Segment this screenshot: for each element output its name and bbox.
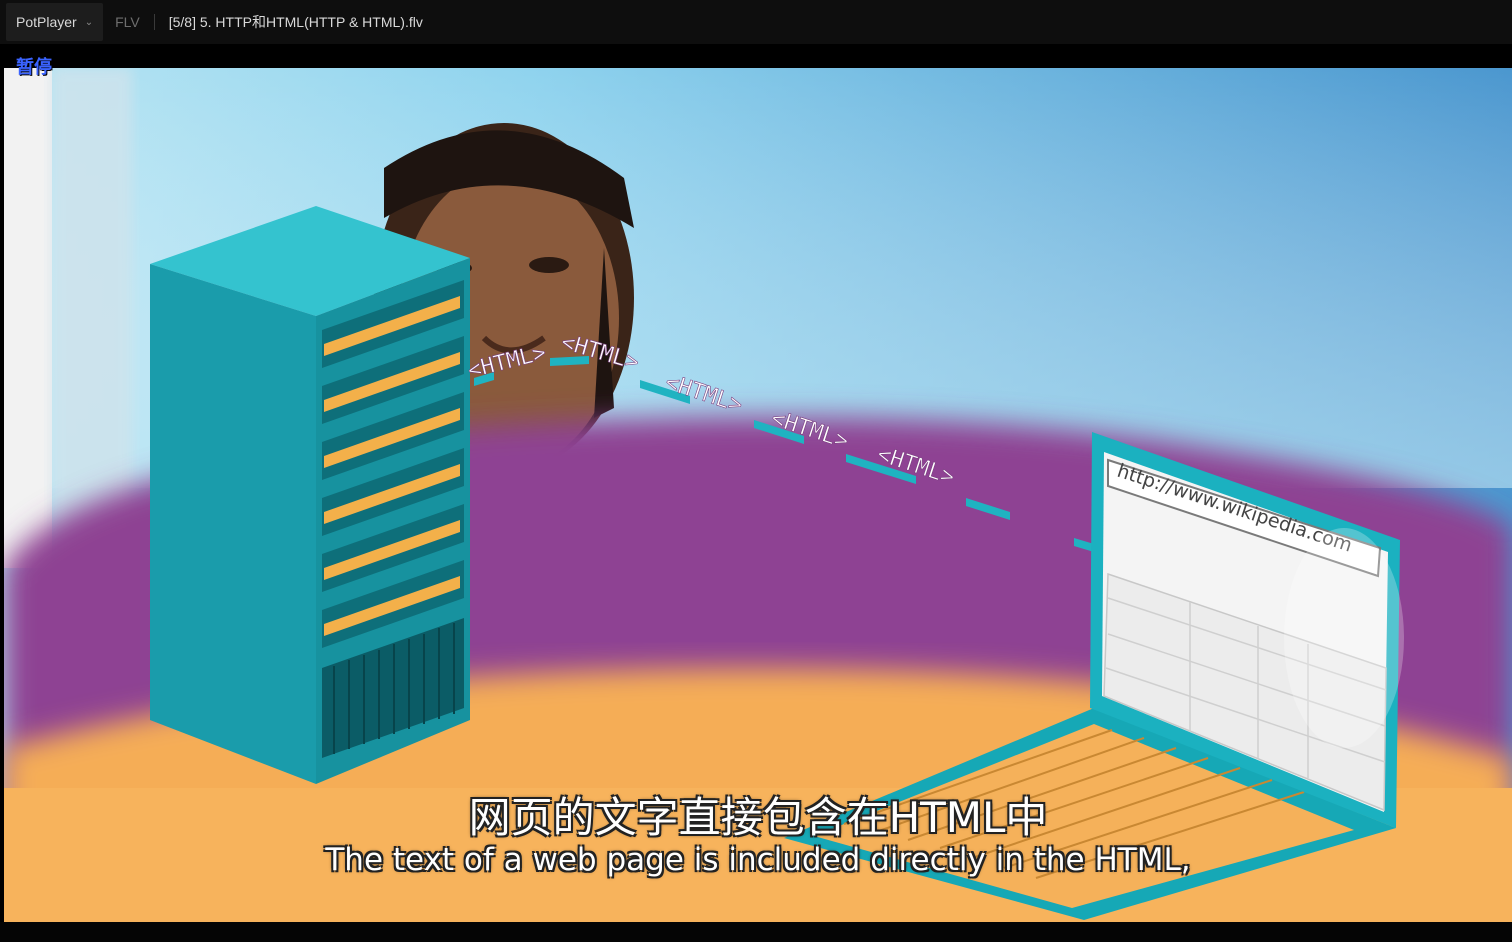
server-rack: [150, 206, 470, 784]
bottom-bar: [0, 922, 1512, 942]
video-viewport[interactable]: <HTML> <HTML> <HTML> <HTML> <HTML> http:…: [4, 68, 1512, 922]
format-label: FLV: [115, 14, 140, 30]
title-bar: PotPlayer ⌄ FLV [5/8] 5. HTTP和HTML(HTTP …: [0, 0, 1512, 44]
wall-edge: [4, 68, 52, 568]
top-strip: [0, 44, 1512, 68]
subtitle-english: The text of a web page is included direc…: [325, 842, 1191, 878]
app-name: PotPlayer: [16, 14, 77, 30]
app-menu-button[interactable]: PotPlayer ⌄: [6, 3, 104, 41]
subtitle-chinese: 网页的文字直接包含在HTML中: [468, 793, 1048, 842]
file-title: [5/8] 5. HTTP和HTML(HTTP & HTML).flv: [168, 14, 423, 30]
pause-status-osd: 暂停: [16, 57, 52, 78]
divider: [153, 14, 155, 30]
chevron-down-icon: ⌄: [84, 16, 94, 28]
